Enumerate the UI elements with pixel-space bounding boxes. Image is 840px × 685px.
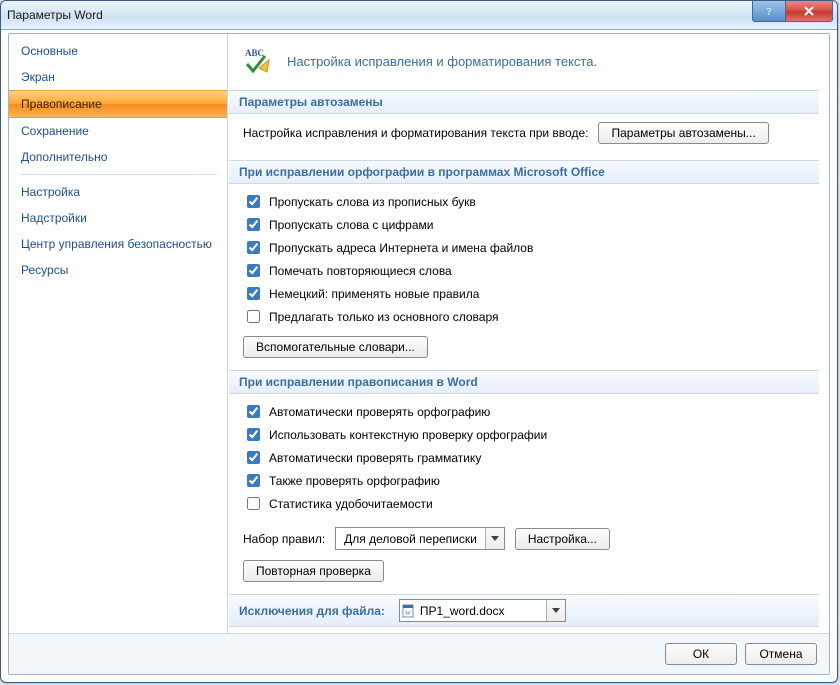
check-ignore-uppercase[interactable]: Пропускать слова из прописных букв bbox=[243, 192, 476, 211]
window-buttons: ? bbox=[753, 1, 833, 21]
recheck-button[interactable]: Повторная проверка bbox=[243, 560, 384, 582]
sidebar-item-trust-center[interactable]: Центр управления безопасностью bbox=[9, 231, 227, 257]
check-auto-grammar[interactable]: Автоматически проверять грамматику bbox=[243, 448, 481, 467]
chevron-down-icon bbox=[485, 528, 504, 549]
sidebar-item-general[interactable]: Основные bbox=[9, 38, 227, 64]
sidebar-item-save[interactable]: Сохранение bbox=[9, 118, 227, 144]
section-office-body: Пропускать слова из прописных букв Пропу… bbox=[229, 192, 819, 370]
section-word-title: При исправлении правописания в Word bbox=[229, 370, 819, 394]
ok-button[interactable]: ОК bbox=[665, 643, 737, 665]
check-ignore-numbers[interactable]: Пропускать слова с цифрами bbox=[243, 215, 433, 234]
ruleset-label: Набор правил: bbox=[243, 532, 325, 546]
ruleset-select[interactable]: Для деловой переписки bbox=[335, 527, 505, 550]
autocorrect-options-button[interactable]: Параметры автозамены... bbox=[598, 122, 768, 144]
sidebar-item-customize[interactable]: Настройка bbox=[9, 179, 227, 205]
custom-dictionaries-button[interactable]: Вспомогательные словари... bbox=[243, 336, 428, 358]
check-readability[interactable]: Статистика удобочитаемости bbox=[243, 494, 433, 513]
sidebar-separator bbox=[19, 174, 217, 175]
check-flag-repeated[interactable]: Помечать повторяющиеся слова bbox=[243, 261, 452, 280]
section-autocorrect-title: Параметры автозамены bbox=[229, 90, 819, 114]
autocorrect-desc: Настройка исправления и форматирования т… bbox=[243, 126, 588, 140]
sidebar-item-advanced[interactable]: Дополнительно bbox=[9, 144, 227, 170]
help-button[interactable]: ? bbox=[752, 1, 786, 22]
sidebar: Основные Экран Правописание Сохранение Д… bbox=[9, 34, 228, 633]
check-auto-spell[interactable]: Автоматически проверять орфографию bbox=[243, 402, 490, 421]
window-title: Параметры Word bbox=[7, 8, 103, 22]
exceptions-file-name: ПР1_word.docx bbox=[418, 604, 546, 618]
abc-check-icon: ABC bbox=[243, 46, 273, 76]
options-dialog: Параметры Word ? Основные Экран Правопис… bbox=[0, 0, 838, 683]
exceptions-file-select[interactable]: W ПР1_word.docx bbox=[399, 599, 566, 622]
check-german-rules[interactable]: Немецкий: применять новые правила bbox=[243, 284, 479, 303]
svg-text:?: ? bbox=[767, 6, 772, 17]
check-context-spell[interactable]: Использовать контекстную проверку орфогр… bbox=[243, 425, 547, 444]
check-main-dict-only[interactable]: Предлагать только из основного словаря bbox=[243, 307, 498, 326]
section-exceptions-header: Исключения для файла: W ПР1_word.docx bbox=[229, 594, 819, 627]
ruleset-settings-button[interactable]: Настройка... bbox=[515, 528, 610, 550]
svg-text:ABC: ABC bbox=[245, 48, 264, 58]
sidebar-item-resources[interactable]: Ресурсы bbox=[9, 257, 227, 283]
svg-text:W: W bbox=[405, 611, 411, 617]
dialog-body: Основные Экран Правописание Сохранение Д… bbox=[8, 33, 830, 675]
section-office-title: При исправлении орфографии в программах … bbox=[229, 160, 819, 184]
dialog-footer: ОК Отмена bbox=[9, 633, 829, 674]
sidebar-item-proofing[interactable]: Правописание bbox=[9, 90, 227, 118]
sidebar-item-display[interactable]: Экран bbox=[9, 64, 227, 90]
section-autocorrect-body: Настройка исправления и форматирования т… bbox=[229, 122, 819, 160]
check-ignore-urls[interactable]: Пропускать адреса Интернета и имена файл… bbox=[243, 238, 533, 257]
exceptions-label: Исключения для файла: bbox=[239, 604, 385, 618]
check-also-spell[interactable]: Также проверять орфографию bbox=[243, 471, 440, 490]
close-button[interactable] bbox=[785, 1, 833, 22]
content-panel: ABC Настройка исправления и форматирован… bbox=[228, 34, 829, 633]
cancel-button[interactable]: Отмена bbox=[745, 643, 817, 665]
section-word-body: Автоматически проверять орфографию Испол… bbox=[229, 402, 819, 594]
ruleset-value: Для деловой переписки bbox=[336, 532, 485, 546]
page-title: Настройка исправления и форматирования т… bbox=[287, 54, 597, 69]
sidebar-item-addins[interactable]: Надстройки bbox=[9, 205, 227, 231]
word-doc-icon: W bbox=[400, 604, 418, 618]
page-header: ABC Настройка исправления и форматирован… bbox=[229, 34, 819, 90]
columns: Основные Экран Правописание Сохранение Д… bbox=[9, 34, 829, 633]
chevron-down-icon bbox=[546, 600, 565, 621]
titlebar: Параметры Word ? bbox=[1, 1, 837, 30]
